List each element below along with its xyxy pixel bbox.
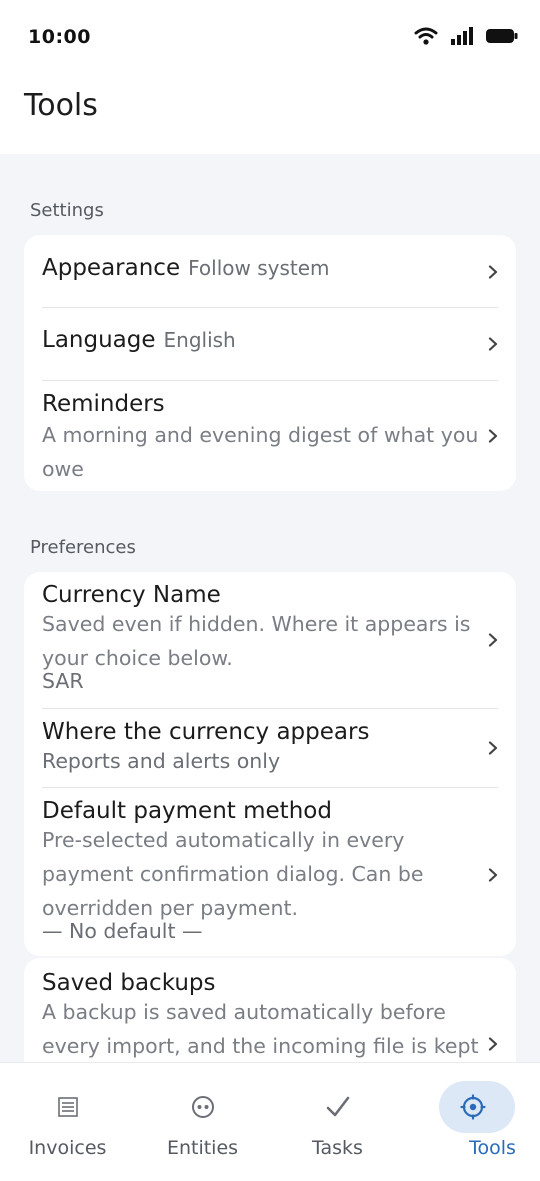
row-title: Saved backups [42,970,216,996]
gear-icon [459,1093,487,1121]
row-value: English [163,328,236,352]
chevron-right-icon [488,265,498,279]
nav-label: Entities [166,1137,239,1159]
nav-label: Tools [469,1137,516,1159]
setting-row-reminders[interactable]: Reminders A morning and evening digest o… [24,381,516,491]
row-subtitle: Saved even if hidden. Where it appears i… [42,612,471,670]
row-subtitle: Pre-selected automatically in every paym… [42,828,424,920]
settings-list[interactable]: Settings Appearance Follow system Languag… [0,154,540,1062]
row-value: Reports and alerts only [42,749,281,773]
setting-row-saved-backups[interactable]: Saved backups A backup is saved automati… [24,958,516,1062]
row-title: Language [42,327,156,353]
row-title: Where the currency appears [42,719,370,745]
nav-item-invoices[interactable]: Invoices [0,1063,135,1181]
nav-item-tools[interactable]: Tools [405,1063,540,1181]
status-time: 10:00 [28,26,91,48]
setting-row-currency-placement[interactable]: Where the currency appears Reports and a… [24,709,516,787]
row-subtitle: A backup is saved automatically before e… [42,1000,479,1058]
setting-row-currency-name[interactable]: Currency Name Saved even if hidden. Wher… [24,572,516,708]
nav-label: Tasks [312,1137,363,1159]
status-icons [414,26,518,46]
list-icon [54,1093,82,1121]
page-title: Tools [24,88,98,123]
section-label-preferences: Preferences [30,537,136,558]
row-subtitle: A morning and evening digest of what you… [42,423,479,481]
chevron-right-icon [488,429,498,443]
setting-row-appearance[interactable]: Appearance Follow system [24,235,516,307]
row-title: Default payment method [42,798,332,824]
nav-item-tasks[interactable]: Tasks [270,1063,405,1181]
chevron-right-icon [488,337,498,351]
signal-icon [451,27,473,45]
bottom-nav: Invoices Entities Tasks Tools [0,1062,540,1181]
setting-row-default-payment[interactable]: Default payment method Pre-selected auto… [24,788,516,956]
battery-icon [486,29,518,43]
row-value: Follow system [188,256,330,280]
wifi-icon [414,27,438,45]
entity-icon [189,1093,217,1121]
chevron-right-icon [488,741,498,755]
status-bar: 10:00 [0,0,540,72]
preferences-card: Currency Name Saved even if hidden. Wher… [24,572,516,956]
chevron-right-icon [488,633,498,647]
chevron-right-icon [488,868,498,882]
check-icon [324,1093,352,1121]
row-title: Reminders [42,391,165,417]
setting-row-language[interactable]: Language English [24,308,516,380]
settings-card: Appearance Follow system Language English … [24,235,516,491]
row-title: Appearance [42,255,181,281]
section-label-settings: Settings [30,200,104,221]
nav-item-entities[interactable]: Entities [135,1063,270,1181]
nav-label: Invoices [28,1137,107,1159]
row-title: Currency Name [42,582,221,608]
row-value: SAR [42,669,84,693]
chevron-right-icon [488,1037,498,1051]
app-header: Tools [0,72,540,154]
backups-card: Saved backups A backup is saved automati… [24,958,516,1062]
row-value: — No default — [42,919,203,943]
